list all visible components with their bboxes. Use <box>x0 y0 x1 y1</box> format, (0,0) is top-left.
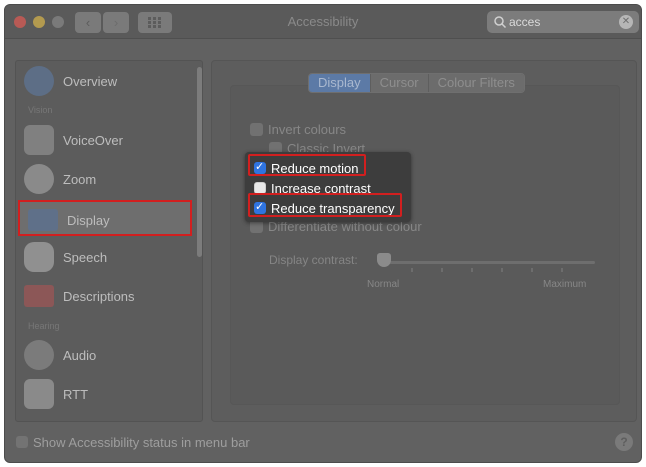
sidebar-item-display[interactable]: Display <box>18 200 192 236</box>
sidebar-item-label: Overview <box>63 74 118 89</box>
sidebar-item-label: RTT <box>63 387 89 402</box>
tab-cursor[interactable]: Cursor <box>370 74 429 92</box>
tab-display[interactable]: Display <box>309 74 371 92</box>
show-status-label: Show Accessibility status in menu bar <box>33 435 250 450</box>
display-pane: Invert colours Classic Invert Differenti… <box>211 60 637 422</box>
slider-tick <box>561 268 563 272</box>
zoom-icon <box>24 164 54 194</box>
sidebar-item-speech[interactable]: Speech <box>16 239 192 275</box>
speech-icon <box>24 242 54 272</box>
sidebar-item-voiceover[interactable]: VoiceOver <box>16 122 192 158</box>
sidebar-section-hearing: Hearing <box>28 321 60 331</box>
sidebar-item-label: Speech <box>63 250 108 265</box>
help-button[interactable]: ? <box>615 433 633 451</box>
invert-colours-checkbox[interactable] <box>250 122 263 136</box>
display-contrast-label: Display contrast: <box>269 253 358 267</box>
slider-tick <box>531 268 533 272</box>
sidebar-item-zoom[interactable]: Zoom <box>16 161 192 197</box>
sidebar-item-descriptions[interactable]: Descriptions <box>16 278 192 314</box>
slider-tick <box>501 268 503 272</box>
display-contrast-slider[interactable] <box>385 261 595 264</box>
search-input[interactable]: acces <box>509 15 540 29</box>
clear-search-icon[interactable]: ✕ <box>619 15 633 29</box>
descriptions-icon <box>24 285 54 307</box>
voiceover-icon <box>24 125 54 155</box>
search-field[interactable]: acces ✕ <box>487 11 639 33</box>
display-contrast-knob[interactable] <box>377 253 391 267</box>
tab-colour-filters[interactable]: Colour Filters <box>428 74 524 92</box>
slider-min-label: Normal <box>367 279 400 290</box>
sidebar-scrollbar[interactable] <box>197 67 202 257</box>
sidebar-item-label: Descriptions <box>63 289 135 304</box>
slider-tick <box>411 268 413 272</box>
sidebar: Overview Vision VoiceOver Zoom Display S… <box>15 60 203 422</box>
highlight-box-reduce-transparency <box>248 193 402 217</box>
preferences-window: ‹ › Accessibility acces ✕ Overview Visio… <box>4 4 642 463</box>
sidebar-section-vision: Vision <box>28 105 53 115</box>
sidebar-item-label: Audio <box>63 348 97 363</box>
show-status-checkbox[interactable] <box>16 436 28 448</box>
sidebar-item-audio[interactable]: Audio <box>16 337 192 373</box>
speaker-icon <box>24 340 54 370</box>
title-bar: ‹ › Accessibility acces ✕ <box>5 5 641 39</box>
sidebar-item-overview[interactable]: Overview <box>16 63 192 99</box>
search-icon <box>494 16 507 29</box>
sidebar-item-label: VoiceOver <box>63 133 123 148</box>
rtt-icon <box>24 379 54 409</box>
slider-max-label: Maximum <box>543 279 587 290</box>
invert-colours-option[interactable]: Invert colours <box>250 120 346 138</box>
display-icon <box>28 209 58 231</box>
sidebar-item-label: Display <box>67 213 110 228</box>
invert-colours-label: Invert colours <box>268 121 347 137</box>
accessibility-icon <box>24 66 54 96</box>
sidebar-item-label: Zoom <box>63 172 97 187</box>
slider-tick <box>471 268 473 272</box>
highlight-box-reduce-motion <box>248 154 366 176</box>
slider-tick <box>441 268 443 272</box>
sidebar-item-rtt[interactable]: RTT <box>16 376 192 412</box>
options-box: Invert colours Classic Invert Differenti… <box>230 85 620 405</box>
tab-bar: Display Cursor Colour Filters <box>308 73 525 93</box>
